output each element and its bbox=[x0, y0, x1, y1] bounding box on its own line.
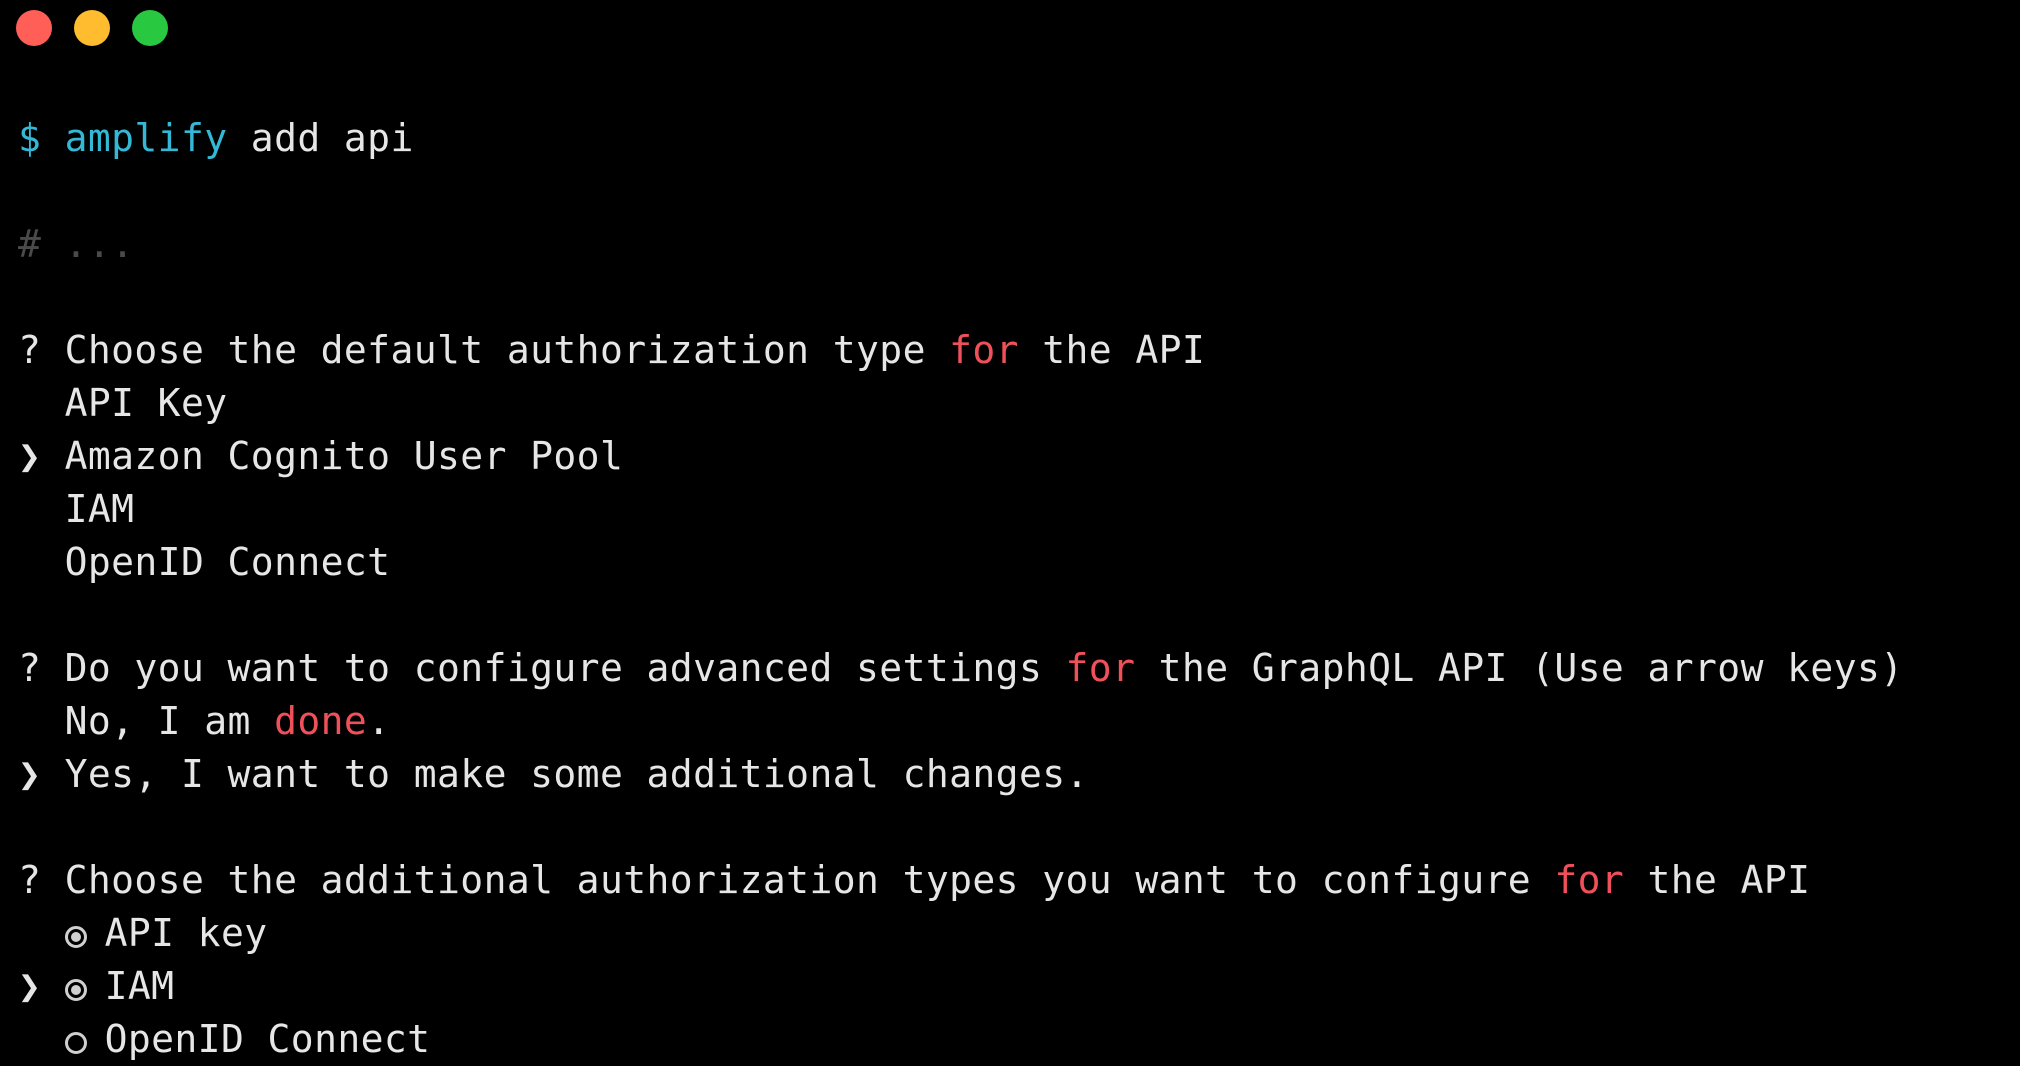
question-text: Choose the additional authorization type… bbox=[64, 858, 1555, 902]
option-label: API key bbox=[104, 911, 268, 955]
question-text-tail: the API bbox=[1624, 858, 1811, 902]
question-marker: ? bbox=[18, 328, 42, 372]
option-label: IAM bbox=[64, 487, 135, 531]
radio-checked-icon bbox=[64, 926, 87, 948]
option-label-tail: . bbox=[367, 699, 391, 743]
option-cognito-user-pool[interactable]: ❯ Amazon Cognito User Pool bbox=[18, 430, 2020, 483]
close-window-button[interactable] bbox=[16, 10, 52, 46]
checkbox-api-key[interactable]: API key bbox=[18, 907, 2020, 960]
option-label: No, I am bbox=[64, 699, 275, 743]
comment-text: # ... bbox=[18, 222, 135, 266]
radio-unchecked-icon bbox=[64, 1032, 87, 1054]
checkbox-iam[interactable]: ❯ IAM bbox=[18, 960, 2020, 1013]
question-additional-auth: ? Choose the additional authorization ty… bbox=[18, 854, 2020, 907]
question-keyword: for bbox=[949, 328, 1019, 372]
question-text-tail: the API bbox=[1018, 328, 1206, 372]
command-name: amplify bbox=[64, 116, 228, 160]
checkbox-openid-connect[interactable]: OpenID Connect bbox=[18, 1013, 2020, 1066]
command-args: add api bbox=[227, 116, 414, 160]
maximize-window-button[interactable] bbox=[132, 10, 168, 46]
minimize-window-button[interactable] bbox=[74, 10, 110, 46]
option-label: OpenID Connect bbox=[104, 1017, 431, 1061]
question-keyword: for bbox=[1554, 858, 1625, 902]
question-text: Do you want to configure advanced settin… bbox=[64, 646, 1066, 690]
option-yes-changes[interactable]: ❯ Yes, I want to make some additional ch… bbox=[18, 748, 2020, 801]
question-text-tail: the GraphQL API (Use arrow keys) bbox=[1135, 646, 1904, 690]
option-label: OpenID Connect bbox=[64, 540, 391, 584]
option-openid-connect[interactable]: OpenID Connect bbox=[18, 536, 2020, 589]
comment-line: # ... bbox=[18, 218, 2020, 271]
option-label: Amazon Cognito User Pool bbox=[64, 434, 624, 478]
selection-pointer-icon: ❯ bbox=[18, 434, 42, 478]
option-label: Yes, I want to make some additional chan… bbox=[64, 752, 1089, 796]
question-keyword: for bbox=[1065, 646, 1136, 690]
option-label: API Key bbox=[64, 381, 228, 425]
option-api-key[interactable]: API Key bbox=[18, 377, 2020, 430]
prompt-symbol: $ bbox=[18, 116, 42, 160]
question-text: Choose the default authorization type bbox=[64, 328, 950, 372]
question-advanced-settings: ? Do you want to configure advanced sett… bbox=[18, 642, 2020, 695]
selection-pointer-icon: ❯ bbox=[18, 752, 42, 796]
option-iam[interactable]: IAM bbox=[18, 483, 2020, 536]
option-no-done[interactable]: No, I am done. bbox=[18, 695, 2020, 748]
option-keyword: done bbox=[274, 699, 368, 743]
option-label: IAM bbox=[104, 964, 175, 1008]
window-controls bbox=[16, 8, 168, 48]
question-marker: ? bbox=[18, 858, 42, 902]
terminal-output[interactable]: $ amplify add api # ... ? Choose the def… bbox=[18, 112, 2020, 1066]
question-marker: ? bbox=[18, 646, 42, 690]
radio-checked-icon bbox=[64, 979, 87, 1001]
selection-pointer-icon: ❯ bbox=[18, 964, 42, 1008]
question-default-auth: ? Choose the default authorization type … bbox=[18, 324, 2020, 377]
command-line: $ amplify add api bbox=[18, 112, 2020, 165]
